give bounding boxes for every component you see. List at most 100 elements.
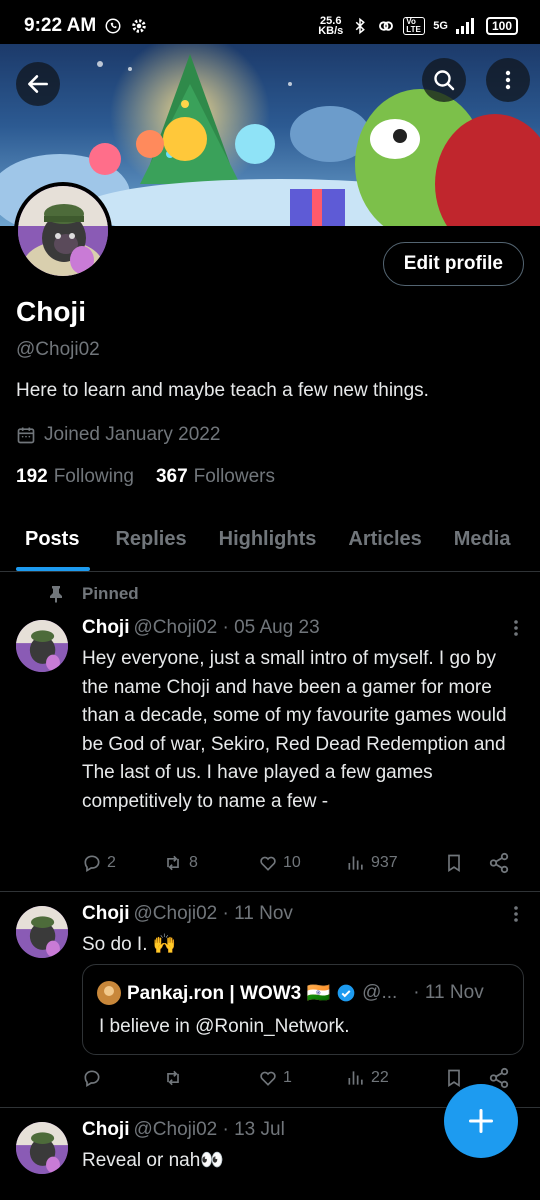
heart-icon bbox=[260, 856, 276, 871]
tweet-author[interactable]: Choji bbox=[82, 617, 130, 638]
status-time: 9:22 AM bbox=[24, 15, 97, 36]
tweet-meta: Choji @Choji02 · 05 Aug 23 bbox=[82, 617, 320, 639]
more-options-button[interactable] bbox=[486, 58, 530, 102]
search-button[interactable] bbox=[422, 58, 466, 102]
tweet-avatar[interactable] bbox=[16, 906, 68, 958]
quoted-date: · 11 Nov bbox=[413, 982, 484, 1003]
reply-icon bbox=[84, 855, 100, 872]
reply-icon bbox=[84, 1070, 100, 1087]
volte-badge: Vo LTE bbox=[403, 17, 426, 35]
whatsapp-icon bbox=[105, 18, 121, 34]
profile-bio: Here to learn and maybe teach a few new … bbox=[16, 380, 429, 401]
retweet-count: 8 bbox=[189, 854, 198, 871]
pinned-indicator: Pinned bbox=[48, 584, 139, 604]
retweet-button[interactable] bbox=[162, 1068, 258, 1088]
plus-icon bbox=[468, 1108, 494, 1134]
heart-icon bbox=[260, 1071, 276, 1086]
like-button[interactable]: 10 bbox=[258, 853, 346, 873]
verified-badge-icon bbox=[337, 984, 355, 1002]
quoted-tweet[interactable]: Pankaj.ron | WOW3 🇮🇳 @... · 11 Nov I bel… bbox=[82, 964, 524, 1055]
gear-icon bbox=[132, 19, 146, 33]
following-count: 192 bbox=[16, 466, 48, 487]
joined-text: Joined January 2022 bbox=[44, 424, 221, 445]
tab-media[interactable]: Media bbox=[438, 510, 527, 571]
gorilla-avatar-image bbox=[16, 620, 68, 672]
compose-button[interactable] bbox=[444, 1084, 518, 1158]
back-button[interactable] bbox=[16, 62, 60, 106]
edit-profile-button[interactable]: Edit profile bbox=[382, 242, 524, 286]
followers-label: Followers bbox=[193, 466, 275, 487]
views-button[interactable]: 937 bbox=[346, 853, 444, 873]
tweet-actions: 2 8 10 937 bbox=[82, 852, 522, 874]
tab-highlights[interactable]: Highlights bbox=[203, 510, 333, 571]
tab-articles[interactable]: Articles bbox=[332, 510, 437, 571]
like-count: 10 bbox=[283, 854, 301, 871]
tweet-text: So do I. 🙌 bbox=[82, 934, 177, 955]
following-label: Following bbox=[53, 466, 134, 487]
profile-handle: @Choji02 bbox=[16, 339, 100, 360]
tweet-more-button[interactable] bbox=[512, 904, 520, 929]
quoted-tweet-header: Pankaj.ron | WOW3 🇮🇳 @... · 11 Nov bbox=[97, 981, 484, 1005]
more-vertical-icon bbox=[514, 906, 518, 922]
tab-replies[interactable]: Replies bbox=[99, 510, 202, 571]
profile-avatar[interactable] bbox=[14, 182, 112, 280]
share-icon bbox=[489, 852, 509, 874]
tab-posts[interactable]: Posts bbox=[0, 510, 99, 571]
tweet-text: Hey everyone, just a small intro of myse… bbox=[82, 648, 507, 812]
tweet-more-button[interactable] bbox=[512, 618, 520, 643]
status-bar: 9:22 AM 25.6 KB/s Vo LTE 5G 100 bbox=[0, 0, 540, 52]
follow-stats: 192 Following 367 Followers bbox=[16, 466, 275, 488]
views-count: 22 bbox=[371, 1069, 389, 1086]
tweet-actions: 1 22 bbox=[82, 1067, 522, 1089]
views-chart-icon bbox=[348, 1071, 363, 1085]
tweet-meta: Choji @Choji02 · 13 Jul bbox=[82, 1119, 285, 1141]
tweet-divider bbox=[0, 891, 540, 892]
search-icon bbox=[434, 70, 455, 91]
tweet-author[interactable]: Choji bbox=[82, 1119, 130, 1140]
tweet-meta: Choji @Choji02 · 11 Nov bbox=[82, 903, 293, 925]
like-button[interactable]: 1 bbox=[258, 1068, 346, 1088]
hotspot-icon bbox=[379, 21, 394, 31]
net-speed-unit: KB/s bbox=[318, 25, 344, 37]
more-vertical-icon bbox=[514, 620, 518, 636]
retweet-icon bbox=[167, 1070, 179, 1086]
retweet-button[interactable]: 8 bbox=[162, 853, 258, 873]
profile-tabs: Posts Replies Highlights Articles Media bbox=[0, 510, 540, 572]
gorilla-avatar-image bbox=[18, 186, 108, 276]
like-count: 1 bbox=[283, 1069, 292, 1086]
tweet-handle-date: @Choji02 · 13 Jul bbox=[133, 1119, 285, 1140]
tweet-avatar[interactable] bbox=[16, 1122, 68, 1174]
retweet-icon bbox=[167, 855, 179, 871]
network-type: 5G bbox=[433, 20, 448, 32]
pin-icon bbox=[50, 586, 62, 603]
followers-link[interactable]: 367 Followers bbox=[156, 466, 275, 488]
more-vertical-icon bbox=[505, 70, 511, 90]
bookmark-icon bbox=[448, 854, 460, 873]
reply-button[interactable]: 2 bbox=[82, 853, 162, 873]
tweet-avatar[interactable] bbox=[16, 620, 68, 672]
following-link[interactable]: 192 Following bbox=[16, 466, 134, 488]
pinned-label: Pinned bbox=[82, 584, 139, 603]
bookmark-button[interactable] bbox=[444, 852, 488, 874]
net-speed: 25.6 KB/s bbox=[318, 16, 344, 37]
gorilla-avatar-image bbox=[16, 1122, 68, 1174]
tweet-handle-date: @Choji02 · 11 Nov bbox=[133, 903, 293, 924]
views-button[interactable]: 22 bbox=[346, 1068, 444, 1088]
quoted-handle: @... bbox=[362, 982, 398, 1003]
gorilla-avatar-image bbox=[16, 906, 68, 958]
views-chart-icon bbox=[348, 856, 363, 870]
profile-name: Choji bbox=[16, 296, 86, 327]
bookmark-icon bbox=[448, 1069, 460, 1088]
tweet-handle-date: @Choji02 · 05 Aug 23 bbox=[133, 617, 320, 638]
quoted-text: I believe in @Ronin_Network. bbox=[99, 1016, 350, 1037]
views-count: 937 bbox=[371, 854, 398, 871]
signal-icon bbox=[455, 18, 474, 34]
reply-button[interactable] bbox=[82, 1068, 162, 1088]
share-button[interactable] bbox=[488, 852, 510, 874]
bluetooth-icon bbox=[356, 17, 366, 35]
quoted-avatar-image bbox=[97, 981, 121, 1005]
tweet-author[interactable]: Choji bbox=[82, 903, 130, 924]
joined-date: Joined January 2022 bbox=[16, 424, 220, 446]
quoted-author: Pankaj.ron | WOW3 🇮🇳 bbox=[127, 983, 331, 1004]
followers-count: 367 bbox=[155, 466, 188, 487]
